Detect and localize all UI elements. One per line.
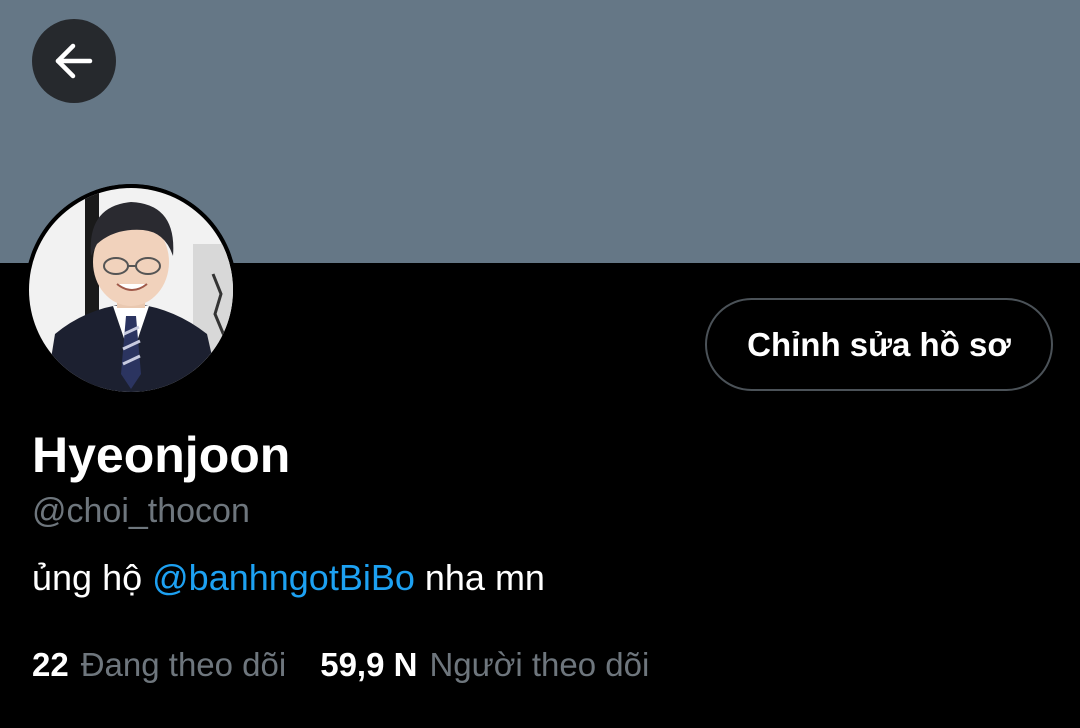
profile-stats: 22 Đang theo dõi 59,9 N Người theo dõi [32, 643, 649, 687]
bio-suffix: nha mn [414, 557, 545, 598]
arrow-left-icon [52, 39, 96, 83]
profile-bio: ủng hộ @banhngotBiBo nha mn [32, 555, 545, 601]
user-handle: @choi_thocon [32, 492, 250, 530]
edit-profile-button[interactable]: Chỉnh sửa hồ sơ [705, 298, 1053, 391]
following-count: 22 [32, 646, 69, 683]
avatar[interactable] [25, 184, 237, 396]
display-name: Hyeonjoon [32, 427, 291, 483]
bio-mention-link[interactable]: @banhngotBiBo [152, 557, 415, 598]
following-stat[interactable]: 22 Đang theo dõi [32, 643, 286, 687]
bio-prefix: ủng hộ [32, 557, 153, 598]
edit-profile-label: Chỉnh sửa hồ sơ [747, 325, 1011, 363]
back-button[interactable] [32, 19, 116, 103]
followers-stat[interactable]: 59,9 N Người theo dõi [320, 643, 649, 687]
followers-label: Người theo dõi [429, 646, 650, 683]
profile-page: Chỉnh sửa hồ sơ Hyeonjoon @choi_thocon ủ… [0, 0, 1080, 728]
following-label: Đang theo dõi [80, 646, 287, 683]
followers-count: 59,9 N [320, 646, 418, 683]
profile-photo [25, 184, 237, 396]
